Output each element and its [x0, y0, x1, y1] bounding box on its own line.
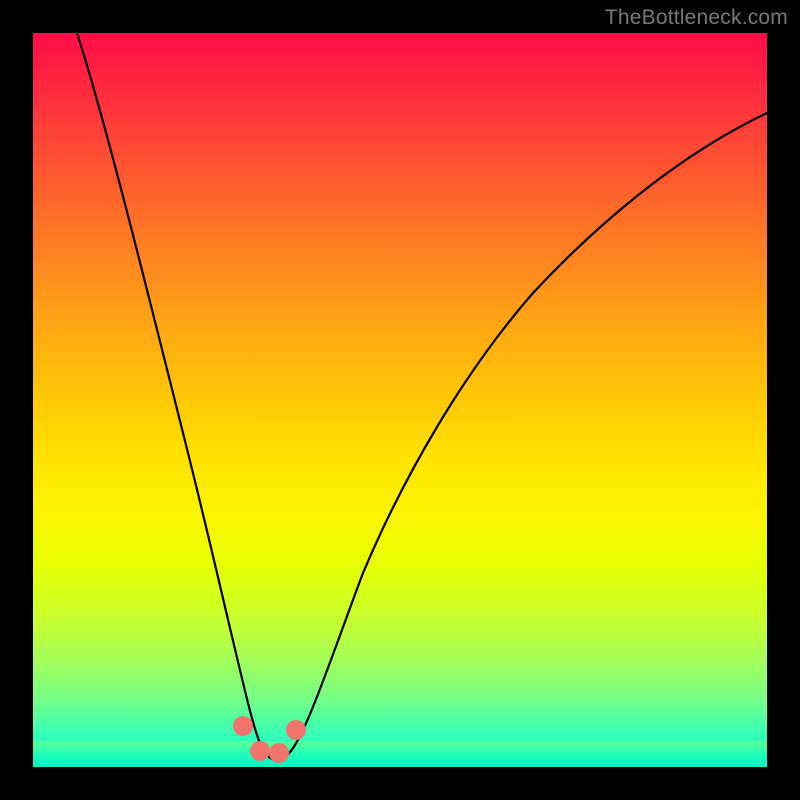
curve-path [77, 33, 767, 760]
marker-dot [286, 720, 306, 740]
bottleneck-curve [33, 33, 767, 767]
plot-area [33, 33, 767, 767]
marker-dot [250, 741, 270, 761]
watermark-text: TheBottleneck.com [605, 6, 788, 30]
marker-dot [269, 743, 289, 763]
chart-frame: TheBottleneck.com [0, 0, 800, 800]
marker-dot [233, 716, 253, 736]
